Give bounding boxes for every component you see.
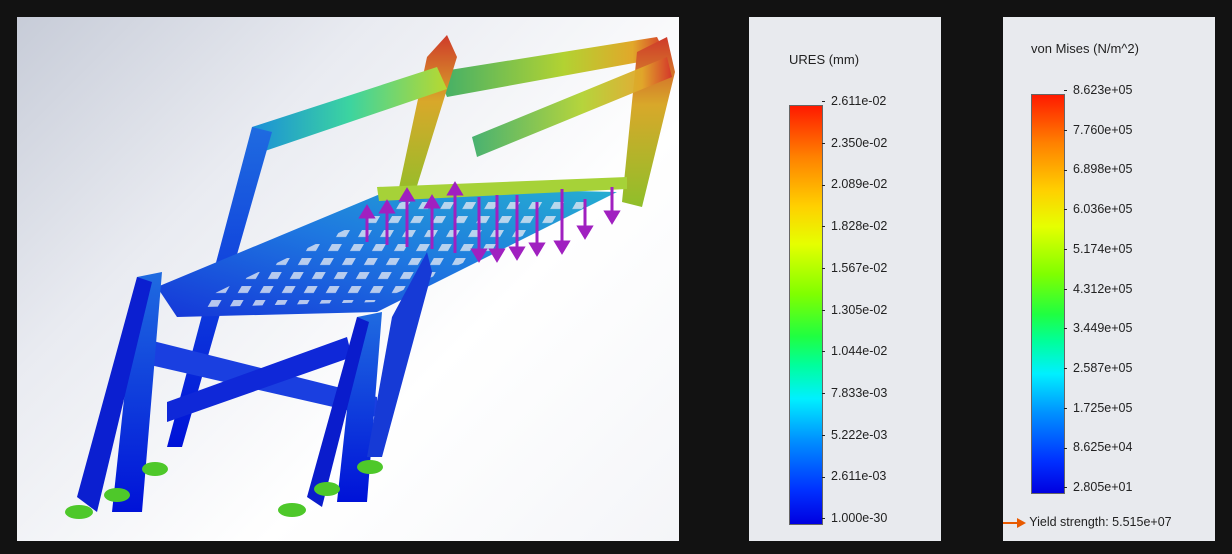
center-post <box>397 35 457 202</box>
ures-tick-text: 5.222e-03 <box>831 427 888 442</box>
ures-tick-label: 2.611e-03 <box>822 469 886 483</box>
vm-tick-text: 8.623e+05 <box>1073 83 1133 97</box>
ures-colorbar <box>789 105 823 525</box>
ures-tick-label: 1.000e-30 <box>822 511 887 525</box>
vm-tick-text: 2.587e+05 <box>1073 360 1133 375</box>
ures-tick-label: 2.350e-02 <box>822 136 887 150</box>
vm-tick-label: 5.174e+05 <box>1064 242 1132 256</box>
ladder-platform-model <box>65 35 675 519</box>
ures-tick-text: 2.611e-03 <box>831 469 887 484</box>
vm-tick-mark <box>1064 249 1067 250</box>
vm-tick-label: 7.760e+05 <box>1064 123 1132 137</box>
von-mises-colorbar <box>1031 94 1065 494</box>
ures-tick-mark <box>822 101 825 103</box>
ures-tick-label: 1.044e-02 <box>822 344 887 358</box>
vm-tick-mark <box>1064 447 1067 449</box>
vm-tick-mark <box>1064 169 1067 171</box>
ures-tick-mark <box>822 476 825 478</box>
vm-tick-label: 4.312e+05 <box>1064 282 1132 296</box>
ures-tick-mark <box>822 434 825 436</box>
ures-tick-mark <box>822 184 825 186</box>
ures-tick-text: 2.350e-02 <box>831 135 888 150</box>
ures-legend: URES (mm) 2.611e-02 2.350e-02 2.089e-02 1.8… <box>749 17 941 541</box>
vm-tick-text: 4.312e+05 <box>1073 281 1133 296</box>
vm-tick-label: 8.623e+05 <box>1064 83 1132 97</box>
vm-tick-mark <box>1064 487 1067 489</box>
vm-tick-text: 2.805e+01 <box>1073 480 1133 494</box>
ures-tick-label: 1.828e-02 <box>822 219 887 233</box>
vm-tick-text: 1.725e+05 <box>1073 400 1133 415</box>
vm-tick-mark <box>1064 129 1067 131</box>
vm-tick-label: 6.898e+05 <box>1064 162 1132 176</box>
ures-tick-mark <box>822 268 825 269</box>
ures-tick-text: 7.833e-03 <box>831 385 888 400</box>
vm-tick-mark <box>1064 209 1067 211</box>
vm-tick-label: 8.625e+04 <box>1064 440 1132 454</box>
ures-tick-label: 1.567e-02 <box>822 261 887 275</box>
ures-tick-mark <box>822 226 825 228</box>
yield-strength-label: Yield strength: 5.515e+07 <box>1029 515 1172 529</box>
ures-tick-text: 1.567e-02 <box>831 260 888 275</box>
vm-tick-text: 3.449e+05 <box>1073 321 1133 336</box>
yield-strength-indicator: Yield strength: 5.515e+07 <box>1003 515 1172 529</box>
ures-tick-mark <box>822 309 825 311</box>
vm-tick-mark <box>1064 328 1067 330</box>
vm-tick-mark <box>1064 288 1067 290</box>
vm-tick-text: 8.625e+04 <box>1073 440 1133 455</box>
ures-tick-text: 2.089e-02 <box>831 177 888 192</box>
vm-tick-label: 3.449e+05 <box>1064 321 1132 335</box>
vm-tick-mark <box>1064 90 1067 92</box>
vm-tick-label: 1.725e+05 <box>1064 401 1132 415</box>
ures-tick-mark <box>822 351 825 353</box>
ures-tick-label: 2.611e-02 <box>822 94 886 108</box>
vm-tick-mark <box>1064 407 1067 409</box>
ures-tick-label: 7.833e-03 <box>822 386 887 400</box>
vm-tick-text: 5.174e+05 <box>1073 241 1133 256</box>
ures-tick-label: 5.222e-03 <box>822 428 887 442</box>
ures-tick-label: 1.305e-02 <box>822 303 887 317</box>
ures-tick-text: 2.611e-02 <box>831 94 887 108</box>
ures-tick-mark <box>822 518 825 520</box>
ures-tick-text: 1.000e-30 <box>831 511 888 525</box>
vm-tick-mark <box>1064 368 1067 370</box>
von-mises-legend-title: von Mises (N/m^2) <box>1031 41 1139 56</box>
vm-tick-label: 2.587e+05 <box>1064 361 1132 375</box>
ures-tick-text: 1.044e-02 <box>831 344 888 359</box>
ures-tick-label: 2.089e-02 <box>822 177 887 191</box>
vm-tick-label: 2.805e+01 <box>1064 480 1132 494</box>
ures-tick-text: 1.305e-02 <box>831 302 888 317</box>
ures-legend-title: URES (mm) <box>789 52 860 67</box>
ures-tick-text: 1.828e-02 <box>831 219 888 234</box>
vm-tick-text: 7.760e+05 <box>1073 122 1133 137</box>
fea-model-viewport[interactable] <box>17 17 679 541</box>
vm-tick-label: 6.036e+05 <box>1064 202 1132 216</box>
vm-tick-text: 6.898e+05 <box>1073 162 1133 177</box>
von-mises-legend: von Mises (N/m^2) 8.623e+05 7.760e+05 6.89… <box>1003 17 1215 541</box>
ures-tick-mark <box>822 393 825 395</box>
ures-tick-mark <box>822 142 825 144</box>
yield-arrow-icon <box>1003 521 1017 524</box>
vm-tick-text: 6.036e+05 <box>1073 202 1133 217</box>
